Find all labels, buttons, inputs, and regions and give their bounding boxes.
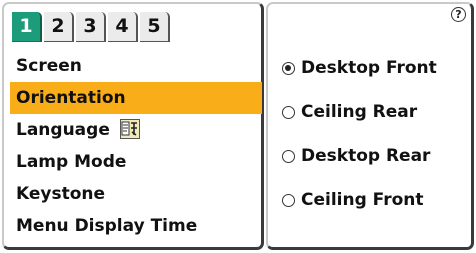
tab-2[interactable]: 2: [44, 12, 74, 42]
option-desktop-rear[interactable]: Desktop Rear: [282, 134, 468, 178]
menu-panel: 1 2 3 4 5 Screen Orientation Language La…: [2, 2, 264, 250]
menu-list: Screen Orientation Language Lamp Mode Ke…: [10, 50, 262, 242]
menu-item-orientation[interactable]: Orientation: [10, 82, 262, 114]
radio-unchecked-icon: [282, 149, 295, 163]
option-ceiling-rear[interactable]: Ceiling Rear: [282, 90, 468, 134]
menu-item-label: Lamp Mode: [16, 152, 127, 172]
orientation-options: Desktop Front Ceiling Rear Desktop Rear …: [282, 46, 468, 222]
option-label: Desktop Rear: [301, 146, 431, 166]
radio-unchecked-icon: [282, 105, 295, 119]
help-icon[interactable]: ?: [451, 7, 466, 22]
radio-unchecked-icon: [282, 193, 295, 207]
menu-item-keystone[interactable]: Keystone: [10, 178, 262, 210]
option-label: Ceiling Front: [301, 190, 424, 210]
menu-item-label: Language: [16, 120, 110, 140]
menu-item-menu-display-time[interactable]: Menu Display Time: [10, 210, 262, 242]
option-label: Ceiling Rear: [301, 102, 418, 122]
menu-item-screen[interactable]: Screen: [10, 50, 262, 82]
language-icon: [119, 118, 140, 139]
option-desktop-front[interactable]: Desktop Front: [282, 46, 468, 90]
menu-item-lamp-mode[interactable]: Lamp Mode: [10, 146, 262, 178]
tab-bar: 1 2 3 4 5: [12, 12, 172, 42]
option-label: Desktop Front: [301, 58, 437, 78]
radio-checked-icon: [282, 61, 295, 75]
menu-item-label: Screen: [16, 56, 82, 76]
options-panel: ? Desktop Front Ceiling Rear Desktop Rea…: [266, 2, 474, 250]
projector-menu: 1 2 3 4 5 Screen Orientation Language La…: [0, 0, 476, 253]
tab-4[interactable]: 4: [108, 12, 138, 42]
menu-item-label: Keystone: [16, 184, 106, 204]
option-ceiling-front[interactable]: Ceiling Front: [282, 178, 468, 222]
tab-1[interactable]: 1: [12, 12, 42, 42]
menu-item-label: Orientation: [16, 88, 126, 108]
menu-item-language[interactable]: Language: [10, 114, 262, 146]
menu-item-label: Menu Display Time: [16, 216, 198, 236]
tab-5[interactable]: 5: [140, 12, 170, 42]
tab-3[interactable]: 3: [76, 12, 106, 42]
